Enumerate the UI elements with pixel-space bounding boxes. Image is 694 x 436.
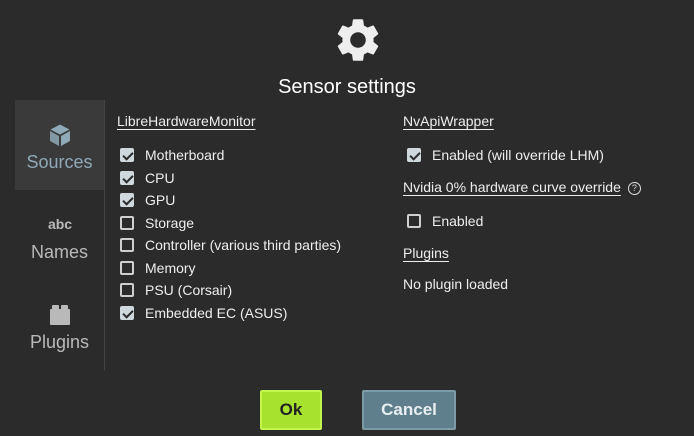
- sidebar-item-plugins[interactable]: Plugins: [15, 280, 104, 370]
- gear-icon: [337, 19, 379, 61]
- lhm-option-controller[interactable]: Controller (various third parties): [120, 237, 341, 253]
- lhm-option-storage[interactable]: Storage: [120, 215, 194, 231]
- checkbox-label: Embedded EC (ASUS): [145, 305, 288, 321]
- plugins-section-title: Plugins: [403, 245, 449, 261]
- checkbox[interactable]: [407, 148, 421, 162]
- lhm-option-gpu[interactable]: GPU: [120, 192, 175, 208]
- sidebar-item-label: Sources: [26, 152, 93, 172]
- checkbox-label: Motherboard: [145, 147, 225, 163]
- nvidia-curve-enabled-option[interactable]: Enabled: [407, 213, 483, 229]
- sidebar: Sources abc Names Plugins: [15, 100, 105, 370]
- sidebar-item-label: Names: [30, 242, 88, 262]
- lhm-option-memory[interactable]: Memory: [120, 260, 196, 276]
- checkbox[interactable]: [120, 193, 134, 207]
- cube-icon: [48, 122, 72, 148]
- help-icon[interactable]: ?: [627, 182, 641, 195]
- checkbox-label: Enabled (will override LHM): [432, 147, 604, 163]
- checkbox-label: GPU: [145, 192, 176, 208]
- checkbox[interactable]: [120, 216, 134, 230]
- puzzle-icon: [48, 302, 72, 328]
- checkbox-label: Memory: [145, 260, 196, 276]
- nvidia-curve-heading: Nvidia 0% hardware curve override?: [403, 179, 641, 195]
- lhm-option-motherboard[interactable]: Motherboard: [120, 147, 224, 163]
- nvidia-curve-section-title: Nvidia 0% hardware curve override: [403, 179, 621, 195]
- lhm-section-title: LibreHardwareMonitor: [117, 113, 256, 129]
- checkbox[interactable]: [407, 214, 421, 228]
- nvapi-enabled-option[interactable]: Enabled (will override LHM): [407, 147, 604, 163]
- checkbox[interactable]: [120, 148, 134, 162]
- svg-text:abc: abc: [47, 216, 71, 232]
- checkbox-label: PSU (Corsair): [145, 282, 233, 298]
- dialog-title: Sensor settings: [278, 76, 416, 98]
- checkbox[interactable]: [120, 283, 134, 297]
- checkbox-label: Controller (various third parties): [145, 237, 342, 253]
- cancel-button[interactable]: Cancel: [362, 390, 456, 430]
- sidebar-item-label: Plugins: [29, 332, 90, 352]
- ok-button[interactable]: Ok: [260, 390, 322, 430]
- nvapi-section-title: NvApiWrapper: [403, 113, 494, 129]
- lhm-option-embedded-ec[interactable]: Embedded EC (ASUS): [120, 305, 287, 321]
- checkbox[interactable]: [120, 261, 134, 275]
- checkbox[interactable]: [120, 171, 134, 185]
- checkbox-label: Storage: [145, 215, 195, 231]
- checkbox-label: CPU: [145, 170, 175, 186]
- checkbox[interactable]: [120, 238, 134, 252]
- checkbox[interactable]: [120, 306, 134, 320]
- checkbox-label: Enabled: [432, 213, 484, 229]
- sidebar-item-names[interactable]: abc Names: [15, 190, 104, 280]
- plugins-status: No plugin loaded: [403, 276, 509, 292]
- lhm-option-cpu[interactable]: CPU: [120, 170, 175, 186]
- abc-icon: abc: [46, 212, 74, 238]
- lhm-option-psu[interactable]: PSU (Corsair): [120, 282, 232, 298]
- sidebar-item-sources[interactable]: Sources: [15, 100, 104, 190]
